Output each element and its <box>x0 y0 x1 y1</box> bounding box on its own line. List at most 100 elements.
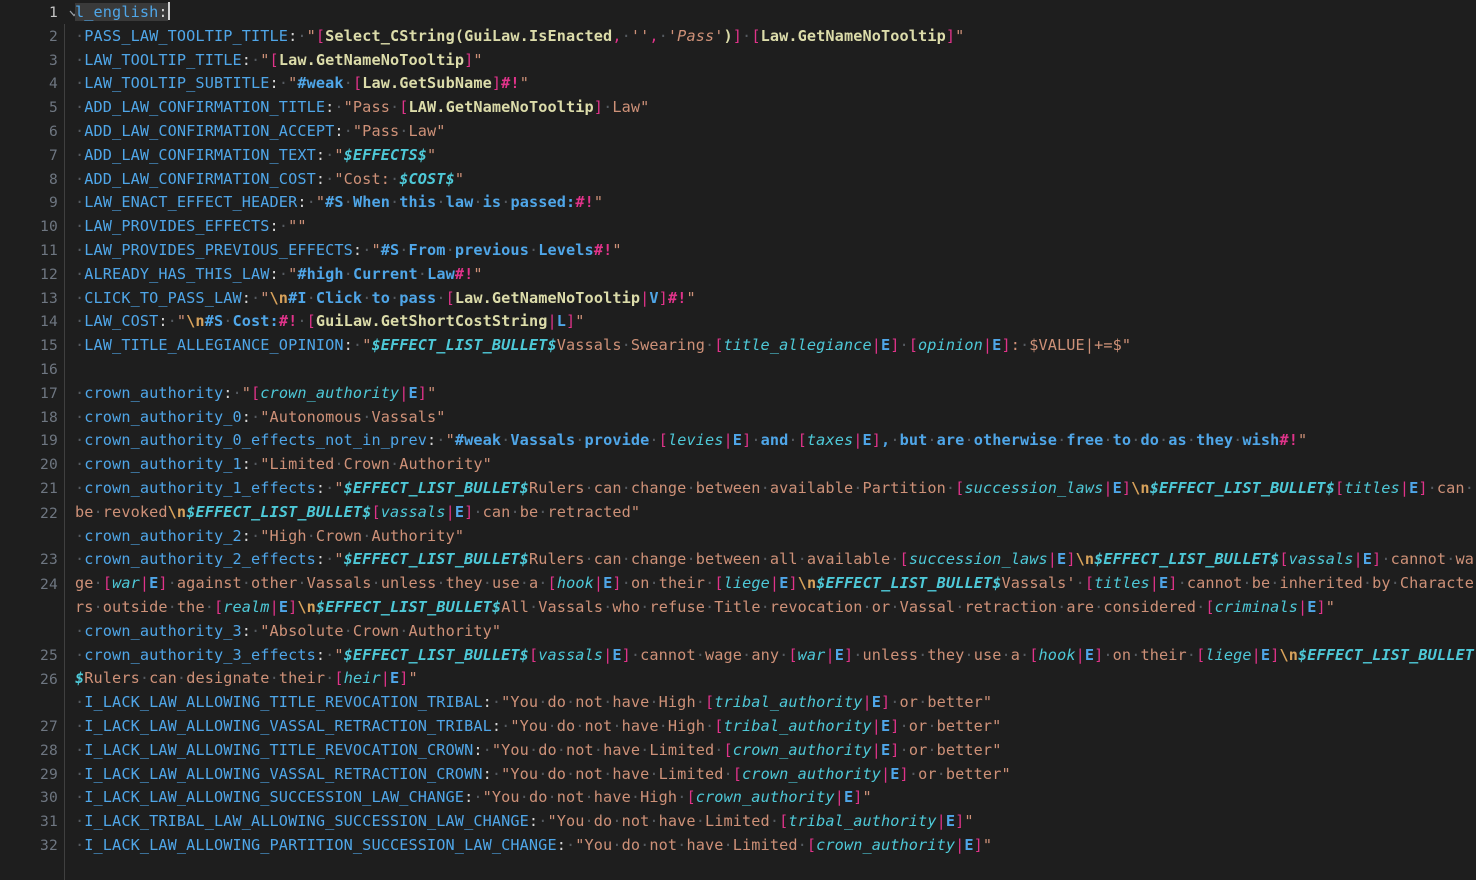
code-line-22[interactable]: ·crown_authority_2:·"High·Crown·Authorit… <box>64 525 1476 549</box>
code-line-26[interactable]: ·I_LACK_LAW_ALLOWING_TITLE_REVOCATION_TR… <box>64 691 1476 715</box>
gutter-row[interactable]: 6 <box>0 120 64 144</box>
code-line-32[interactable]: ·I_LACK_LAW_ALLOWING_PARTITION_SUCCESSIO… <box>64 834 1476 858</box>
line-number: 23 <box>40 551 58 569</box>
code-line-28[interactable]: ·I_LACK_LAW_ALLOWING_TITLE_REVOCATION_CR… <box>64 739 1476 763</box>
line-number: 29 <box>40 765 58 783</box>
line-number: 13 <box>40 289 58 307</box>
line-number: 3 <box>49 51 58 69</box>
gutter-row[interactable]: 18 <box>0 406 64 430</box>
gutter-row[interactable]: 3 <box>0 49 64 73</box>
code-line-19[interactable]: ·crown_authority_0_effects_not_in_prev:·… <box>64 429 1476 453</box>
gutter-row[interactable]: 21 <box>0 477 64 501</box>
code-line-16[interactable] <box>64 358 1476 382</box>
code-line-3[interactable]: ·LAW_TOOLTIP_TITLE:·"[Law.GetNameNoToolt… <box>64 49 1476 73</box>
code-line-29[interactable]: ·I_LACK_LAW_ALLOWING_VASSAL_RETRACTION_C… <box>64 763 1476 787</box>
line-number: 12 <box>40 265 58 283</box>
line-number: 22 <box>40 504 58 522</box>
line-number: 28 <box>40 741 58 759</box>
gutter-row[interactable]: 13 <box>0 287 64 311</box>
line-number: 7 <box>49 146 58 164</box>
line-number: 30 <box>40 789 58 807</box>
code-line-14[interactable]: ·LAW_COST:·"\n#S·Cost:#!·[GuiLaw.GetShor… <box>64 310 1476 334</box>
gutter-row[interactable]: 7 <box>0 144 64 168</box>
code-line-4[interactable]: ·LAW_TOOLTIP_SUBTITLE:·"#weak·[Law.GetSu… <box>64 72 1476 96</box>
line-number: 10 <box>40 218 58 236</box>
gutter-row[interactable]: 17 <box>0 382 64 406</box>
code-line-31[interactable]: ·I_LACK_TRIBAL_LAW_ALLOWING_SUCCESSION_L… <box>64 810 1476 834</box>
line-number: 31 <box>40 813 58 831</box>
line-number: 2 <box>49 27 58 45</box>
gutter-row[interactable]: 20 <box>0 453 64 477</box>
code-line-5[interactable]: ·ADD_LAW_CONFIRMATION_TITLE:·"Pass·[LAW.… <box>64 96 1476 120</box>
gutter-row[interactable]: 27 <box>0 715 64 739</box>
code-line-2[interactable]: ·PASS_LAW_TOOLTIP_TITLE:·"[Select_CStrin… <box>64 25 1476 49</box>
line-number: 9 <box>49 194 58 212</box>
code-line-18[interactable]: ·crown_authority_0:·"Autonomous·Vassals" <box>64 406 1476 430</box>
line-number: 14 <box>40 313 58 331</box>
line-number: 32 <box>40 836 58 854</box>
line-number: 6 <box>49 122 58 140</box>
code-line-12[interactable]: ·ALREADY_HAS_THIS_LAW:·"#high·Current·La… <box>64 263 1476 287</box>
gutter-row[interactable]: 10 <box>0 215 64 239</box>
code-line-9[interactable]: ·LAW_ENACT_EFFECT_HEADER:·"#S·When·this·… <box>64 191 1476 215</box>
line-number: 21 <box>40 479 58 497</box>
gutter-row[interactable]: 16 <box>0 358 64 382</box>
text-caret <box>167 2 170 20</box>
code-content[interactable]: l_english: ·PASS_LAW_TOOLTIP_TITLE:·"[Se… <box>64 0 1476 880</box>
gutter-row[interactable]: 23 <box>0 548 64 572</box>
code-line-10[interactable]: ·LAW_PROVIDES_EFFECTS:·"" <box>64 215 1476 239</box>
gutter-row[interactable]: 15 <box>0 334 64 358</box>
line-number: 24 <box>40 576 58 594</box>
code-line-6[interactable]: ·ADD_LAW_CONFIRMATION_ACCEPT:·"Pass·Law" <box>64 120 1476 144</box>
line-number: 1 <box>49 4 58 21</box>
gutter-row[interactable]: 32 <box>0 834 64 858</box>
line-number: 8 <box>49 170 58 188</box>
gutter-row[interactable]: 1 <box>0 1 79 25</box>
code-line-15[interactable]: ·LAW_TITLE_ALLEGIANCE_OPINION:·"$EFFECT_… <box>64 334 1476 358</box>
gutter-row[interactable]: 29 <box>0 763 64 787</box>
gutter-row[interactable]: 28 <box>0 739 64 763</box>
code-line-11[interactable]: ·LAW_PROVIDES_PREVIOUS_EFFECTS:·"#S·From… <box>64 239 1476 263</box>
code-line-1[interactable]: l_english: <box>64 1 1476 25</box>
line-number: 5 <box>49 99 58 117</box>
line-number: 19 <box>40 432 58 450</box>
line-number: 11 <box>40 241 58 259</box>
line-number: 18 <box>40 408 58 426</box>
line-number: 17 <box>40 384 58 402</box>
code-line-20[interactable]: ·crown_authority_1:·"Limited·Crown·Autho… <box>64 453 1476 477</box>
code-line-30[interactable]: ·I_LACK_LAW_ALLOWING_SUCCESSION_LAW_CHAN… <box>64 786 1476 810</box>
gutter-row[interactable]: 25 <box>0 644 64 668</box>
gutter-row[interactable]: 11 <box>0 239 64 263</box>
line-number: 16 <box>40 360 58 378</box>
code-line-21[interactable]: ·crown_authority_1_effects:·"$EFFECT_LIS… <box>64 477 1476 525</box>
gutter-row[interactable]: 24 <box>0 572 64 643</box>
gutter-row[interactable]: 2 <box>0 25 64 49</box>
gutter-row[interactable]: 5 <box>0 96 64 120</box>
gutter-row[interactable]: 31 <box>0 810 64 834</box>
gutter-row[interactable]: 9 <box>0 191 64 215</box>
code-line-13[interactable]: ·CLICK_TO_PASS_LAW:·"\n#I·Click·to·pass·… <box>64 287 1476 311</box>
code-line-17[interactable]: ·crown_authority:·"[crown_authority|E]" <box>64 382 1476 406</box>
gutter-row[interactable]: 19 <box>0 429 64 453</box>
line-number: 27 <box>40 717 58 735</box>
line-number: 26 <box>40 671 58 689</box>
code-line-7[interactable]: ·ADD_LAW_CONFIRMATION_TEXT:·"$EFFECTS$" <box>64 144 1476 168</box>
gutter-row[interactable]: 8 <box>0 168 64 192</box>
code-line-24[interactable]: ·crown_authority_3:·"Absolute·Crown·Auth… <box>64 620 1476 644</box>
code-line-8[interactable]: ·ADD_LAW_CONFIRMATION_COST:·"Cost:·$COST… <box>64 168 1476 192</box>
gutter-row[interactable]: 30 <box>0 786 64 810</box>
line-number-gutter: 1 2 3 4 5 6 7 8 9 10 11 12 13 14 15 16 1… <box>0 0 79 858</box>
line-number: 20 <box>40 456 58 474</box>
line-number: 4 <box>49 75 58 93</box>
gutter-row[interactable]: 4 <box>0 72 64 96</box>
code-line-27[interactable]: ·I_LACK_LAW_ALLOWING_VASSAL_RETRACTION_T… <box>64 715 1476 739</box>
code-editor[interactable]: 1 2 3 4 5 6 7 8 9 10 11 12 13 14 15 16 1… <box>0 0 1476 880</box>
line-number: 25 <box>40 646 58 664</box>
gutter-row[interactable]: 22 <box>0 501 64 549</box>
gutter-row[interactable]: 12 <box>0 263 64 287</box>
code-line-25[interactable]: ·crown_authority_3_effects:·"$EFFECT_LIS… <box>64 644 1476 692</box>
code-line-23[interactable]: ·crown_authority_2_effects:·"$EFFECT_LIS… <box>64 548 1476 619</box>
gutter-row[interactable]: 26 <box>0 667 64 715</box>
gutter-row[interactable]: 14 <box>0 310 64 334</box>
line-number: 15 <box>40 337 58 355</box>
